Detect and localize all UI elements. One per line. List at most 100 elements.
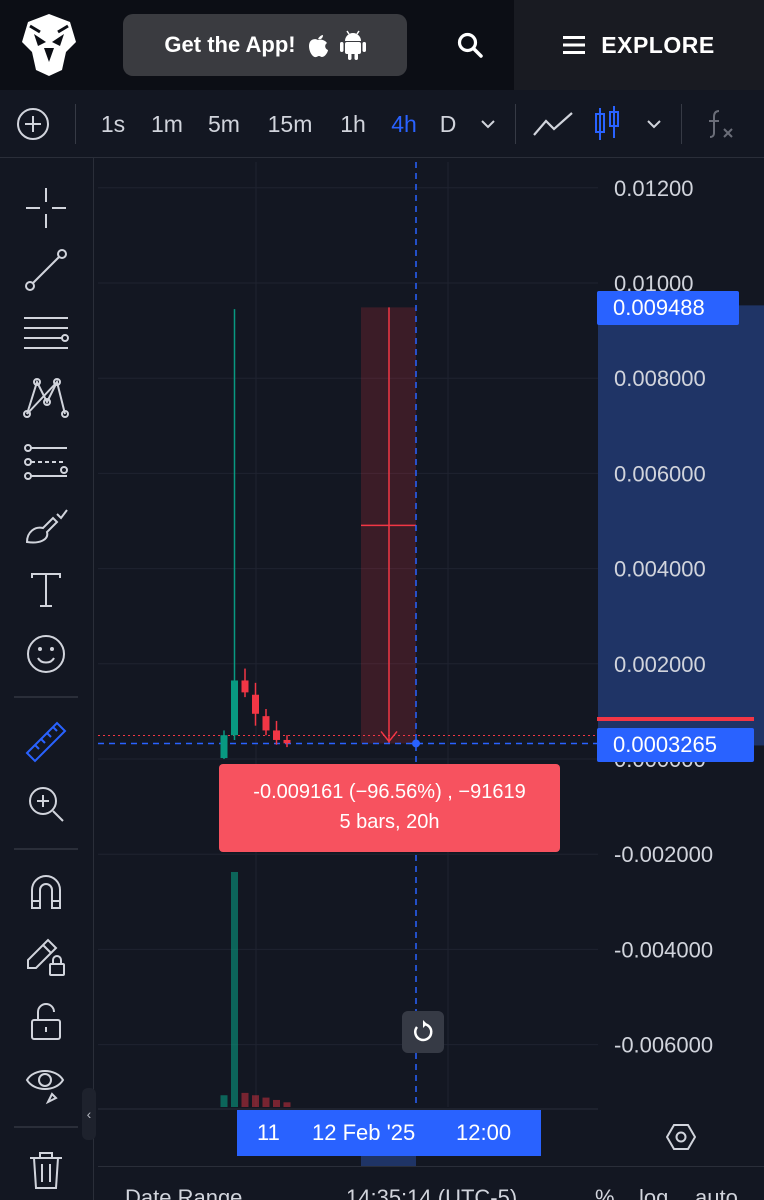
volume-bar <box>241 1092 249 1107</box>
interval-1s[interactable]: 1s <box>92 90 134 158</box>
text-tool[interactable] <box>18 562 74 618</box>
eye-icon <box>25 1070 65 1105</box>
candle-body <box>231 680 238 736</box>
price-axis-label: -0.004000 <box>614 937 713 962</box>
volume-bar <box>273 1099 280 1107</box>
percent-toggle[interactable]: % <box>595 1185 615 1200</box>
upper-price-badge: 0.009488 <box>597 291 739 325</box>
hexagon-settings-icon <box>666 1124 696 1150</box>
interval-4h[interactable]: 4h <box>384 90 424 158</box>
price-axis-label: -0.006000 <box>614 1033 713 1058</box>
time-label-left: 11 <box>257 1120 280 1145</box>
price-axis-label: 0.002000 <box>614 652 706 677</box>
smiley-icon <box>27 635 65 673</box>
sidebar-collapse-handle[interactable]: ‹ <box>82 1088 96 1140</box>
interval-1m[interactable]: 1m <box>144 90 190 158</box>
unlock-icon <box>31 1003 61 1040</box>
line-chart-button[interactable] <box>530 90 576 158</box>
interval-1h[interactable]: 1h <box>334 90 372 158</box>
chart-type-dropdown-button[interactable] <box>640 90 668 158</box>
hamburger-menu-icon <box>563 36 586 54</box>
add-symbol-button[interactable] <box>12 90 54 158</box>
drawing-tools-sidebar <box>0 158 94 1200</box>
top-header: Get the App! EXPLORE <box>0 0 764 90</box>
fib-lines-icon <box>24 317 69 349</box>
trend-line-tool[interactable] <box>18 242 74 298</box>
xabcd-pattern-icon <box>23 378 69 418</box>
delete-drawings-tool[interactable] <box>18 1142 74 1198</box>
candle-body <box>252 694 259 714</box>
forecast-lines-icon <box>24 444 68 480</box>
crosshair-icon <box>26 188 66 228</box>
interval-5m[interactable]: 5m <box>200 90 248 158</box>
horizontal-lines-tool[interactable] <box>18 306 74 362</box>
reset-chart-button[interactable] <box>402 1011 444 1053</box>
crosshair-tool[interactable] <box>18 180 74 236</box>
volume-bar <box>252 1095 259 1107</box>
measure-tooltip: -0.009161 (−96.56%) , −91619 5 bars, 20h <box>219 764 560 852</box>
android-icon <box>339 30 366 60</box>
time-label-center: 12 Feb '25 <box>312 1120 416 1145</box>
chart-toolbar: 1s 1m 5m 15m 1h 4h D <box>0 90 764 158</box>
zoom-in-icon <box>29 787 64 822</box>
get-app-label: Get the App! <box>164 32 296 57</box>
toolbar-divider <box>515 104 516 144</box>
search-button[interactable] <box>440 20 500 70</box>
explore-button[interactable]: EXPLORE <box>514 0 764 90</box>
volume-bar <box>283 1102 291 1107</box>
line-chart-icon <box>533 112 573 136</box>
log-toggle[interactable]: log <box>639 1185 668 1200</box>
reset-rotate-icon <box>414 1020 433 1042</box>
sidebar-divider <box>14 1126 78 1128</box>
measure-tooltip-bars: 5 bars, 20h <box>339 811 440 833</box>
eagle-logo-icon[interactable] <box>20 12 78 78</box>
lock-tool[interactable] <box>18 994 74 1050</box>
chart-settings-button[interactable] <box>664 1120 698 1154</box>
volume-bar <box>220 1095 228 1107</box>
magnet-tool[interactable] <box>18 864 74 920</box>
candle-body <box>283 739 291 744</box>
candle-body <box>220 735 228 759</box>
brush-icon <box>25 509 68 544</box>
indicators-button[interactable] <box>700 90 740 158</box>
text-t-icon <box>31 573 61 607</box>
clock-time: 14:35:14 (UTC-5) <box>346 1185 518 1200</box>
interval-dropdown-button[interactable] <box>474 90 502 158</box>
trend-line-icon <box>25 249 67 291</box>
visibility-tool[interactable] <box>18 1056 74 1112</box>
get-the-app-button[interactable]: Get the App! <box>123 14 407 76</box>
plus-circle-icon <box>17 108 49 140</box>
trash-icon <box>30 1152 62 1189</box>
chevron-down-icon <box>647 120 661 129</box>
emoji-tool[interactable] <box>18 626 74 682</box>
apple-icon <box>306 31 330 59</box>
ruler-icon <box>25 721 67 763</box>
prediction-tool[interactable] <box>18 434 74 490</box>
interval-15m[interactable]: 15m <box>260 90 320 158</box>
toolbar-divider <box>681 104 682 144</box>
measure-tooltip-change: -0.009161 (−96.56%) , −91619 <box>253 781 526 803</box>
price-axis-label: 0.008000 <box>614 366 706 391</box>
time-axis-range-badge: 11 12 Feb '25 12:00 <box>237 1110 541 1156</box>
pattern-tool[interactable] <box>18 370 74 426</box>
price-axis-label: 0.006000 <box>614 461 706 486</box>
chevron-down-icon <box>481 120 495 129</box>
explore-label: EXPLORE <box>601 31 715 58</box>
zoom-tool[interactable] <box>18 776 74 832</box>
crosshair-dot <box>412 739 420 748</box>
measure-tool[interactable] <box>18 714 74 770</box>
volume-bar <box>231 872 238 1107</box>
volume-bar <box>262 1097 270 1107</box>
interval-d[interactable]: D <box>434 90 462 158</box>
current-price-badge: 0.0003265 <box>597 728 754 762</box>
price-axis-label: -0.002000 <box>614 842 713 867</box>
brush-tool[interactable] <box>18 498 74 554</box>
date-range-button[interactable]: Date Range <box>125 1185 242 1200</box>
price-axis-label: 0.01200 <box>614 176 694 201</box>
chevron-left-icon: ‹ <box>86 1106 92 1122</box>
candlestick-chart-button[interactable] <box>590 90 624 158</box>
candles-icon <box>595 106 619 140</box>
sidebar-divider <box>14 848 78 850</box>
lock-drawings-tool[interactable] <box>18 928 74 984</box>
auto-toggle[interactable]: auto <box>695 1185 738 1200</box>
